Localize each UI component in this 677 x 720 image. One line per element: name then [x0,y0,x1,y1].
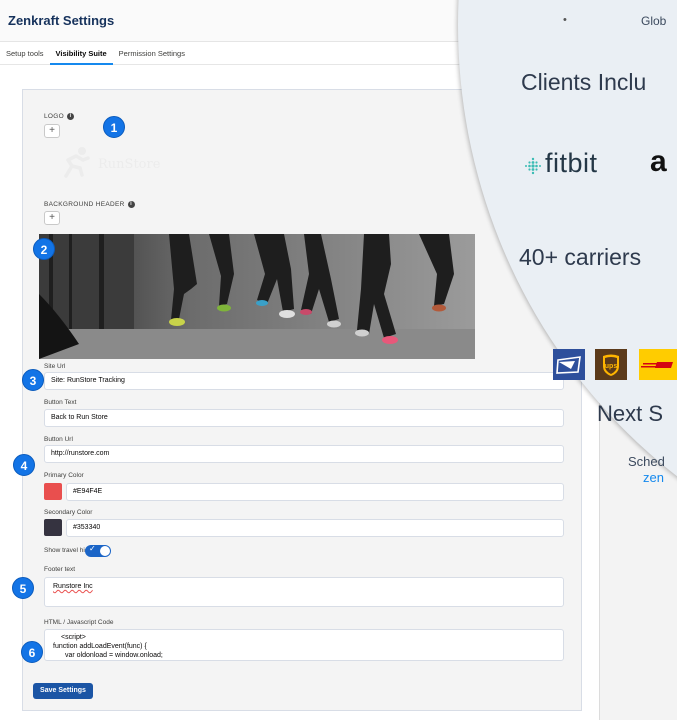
next-heading: Next S [597,401,664,426]
usps-eagle-icon [556,356,581,374]
ups-logo: ups [595,349,627,380]
runstore-logo-text: RunStore [98,157,161,172]
toggle-knob [100,546,110,556]
runstore-logo: RunStore [56,146,176,178]
add-logo-button[interactable]: + [44,124,60,138]
carriers-text: 40+ carriers [519,244,642,270]
clients-heading: Clients Inclu [521,69,647,95]
site-url-input[interactable]: Site: RunStore Tracking [44,372,564,390]
svg-text:ups: ups [605,363,618,370]
button-text-label: Button Text [44,399,77,406]
background-header-label: BACKGROUND HEADER i [44,201,135,208]
button-url-label: Button Url [44,436,73,443]
info-icon: i [66,113,74,120]
dhl-logo [639,349,677,380]
check-icon: ✓ [89,544,96,553]
fitbit-logo: fitbit [523,148,633,180]
primary-color-swatch[interactable] [44,483,62,500]
usps-logo [553,349,585,380]
tab-visibility-suite[interactable]: Visibility Suite [49,45,113,65]
logo-label-text: LOGO [44,113,64,121]
footer-text-textarea[interactable]: Runstore Inc [44,577,564,607]
footer-text-value: Runstore Inc [53,583,93,590]
info-icon: i [127,201,135,208]
tab-permission-settings[interactable]: Permission Settings [113,45,191,65]
amazon-logo-text: a [650,145,667,178]
fitbit-logo-text: fitbit [545,148,598,178]
step-badge-2: 2 [33,238,55,260]
code-line: function addLoadEvent(func) { [53,643,147,650]
primary-color-label: Primary Color [44,472,84,479]
step-badge-1: 1 [103,116,125,138]
code-line: <script> [61,634,86,641]
secondary-color-swatch[interactable] [44,519,62,536]
zenkraft-link[interactable]: zen [643,470,664,485]
step-badge-6: 6 [21,641,43,663]
runners-photo [39,234,475,359]
button-url-input[interactable]: http://runstore.com [44,445,564,463]
tab-setup-tools[interactable]: Setup tools [0,45,50,65]
html-code-label: HTML / Javascript Code [44,619,114,626]
background-header-image [39,234,475,359]
primary-color-input[interactable]: #E94F4E [66,483,564,501]
runner-logo-icon [64,147,90,178]
logo-label: LOGO i [44,113,74,120]
bullet-marker: • [563,14,567,26]
show-travel-history-toggle[interactable]: ✓ [85,544,111,557]
add-background-button[interactable]: + [44,211,60,225]
footer-text-label: Footer text [44,566,76,573]
button-text-input[interactable]: Back to Run Store [44,409,564,427]
dhl-mark-icon [641,362,673,368]
secondary-color-label: Secondary Color [44,509,93,516]
ups-shield-icon: ups [603,354,619,376]
screenshot-canvas: Zenkraft Settings Setup tools Visibility… [0,0,677,720]
step-badge-5: 5 [12,577,34,599]
step-badge-3: 3 [22,369,44,391]
step-badge-4: 4 [13,454,35,476]
fitbit-dots-icon [525,157,541,175]
background-header-label-text: BACKGROUND HEADER [44,201,125,209]
site-url-label: Site Url [44,363,66,370]
bullet-text: Glob [641,14,667,28]
save-settings-button[interactable]: Save Settings [33,683,93,699]
html-code-textarea[interactable]: <script> function addLoadEvent(func) { v… [44,629,564,661]
schedule-text: Sched [628,454,665,469]
secondary-color-input[interactable]: #353340 [66,519,564,537]
window-title: Zenkraft Settings [8,13,115,28]
code-line: var oldonload = window.onload; [65,652,163,659]
